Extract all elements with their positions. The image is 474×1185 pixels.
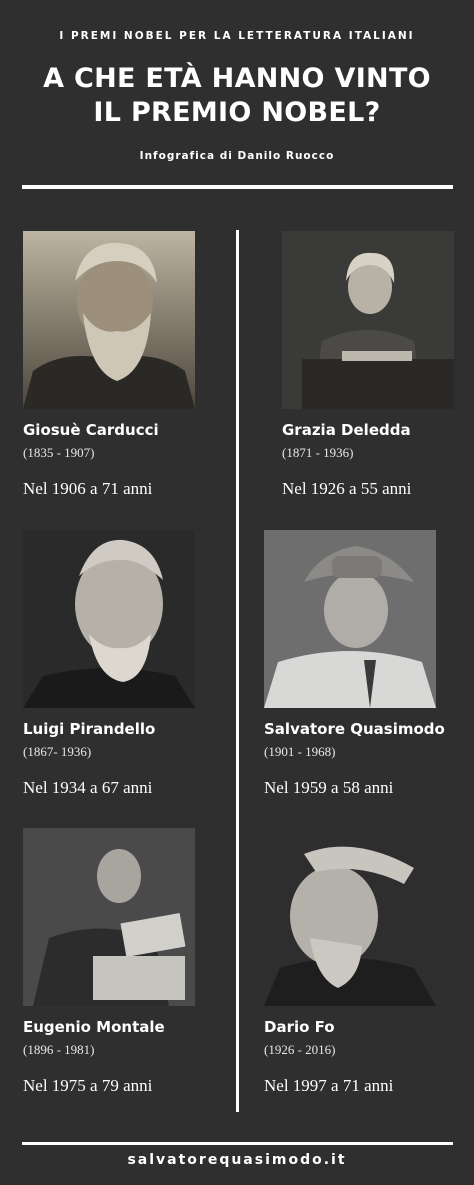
portrait-deledda: [282, 231, 454, 409]
laureate-name: Salvatore Quasimodo: [264, 720, 445, 738]
laureate-card-fo: Dario Fo (1926 - 2016) Nel 1997 a 71 ann…: [264, 828, 464, 1096]
laureate-prize: Nel 1997 a 71 anni: [264, 1076, 394, 1095]
laureate-prize: Nel 1906 a 71 anni: [23, 479, 153, 498]
title-line-2: IL PREMIO NOBEL?: [93, 97, 381, 128]
title-line-1: A CHE ETÀ HANNO VINTO: [43, 63, 431, 94]
laureate-dates: (1871 - 1936): [282, 445, 354, 460]
laureate-name: Eugenio Montale: [23, 1018, 165, 1036]
top-divider: [22, 185, 453, 189]
laureate-name: Giosuè Carducci: [23, 421, 159, 439]
footer-site: salvatorequasimodo.it: [127, 1152, 347, 1168]
byline: Infografica di Danilo Ruocco: [139, 150, 335, 162]
kicker-text: I PREMI NOBEL PER LA LETTERATURA ITALIAN…: [59, 30, 415, 42]
laureate-card-montale: Eugenio Montale (1896 - 1981) Nel 1975 a…: [23, 828, 223, 1096]
laureate-name: Luigi Pirandello: [23, 720, 156, 738]
page-title: A CHE ETÀ HANNO VINTO IL PREMIO NOBEL?: [0, 62, 474, 130]
portrait-montale: [23, 828, 195, 1006]
portrait-fo: [264, 828, 436, 1006]
laureate-name: Grazia Deledda: [282, 421, 411, 439]
portrait-quasimodo: [264, 530, 436, 708]
laureate-dates: (1926 - 2016): [264, 1042, 336, 1057]
laureate-prize: Nel 1959 a 58 anni: [264, 778, 394, 797]
laureate-dates: (1835 - 1907): [23, 445, 95, 460]
laureate-card-deledda: Grazia Deledda (1871 - 1936) Nel 1926 a …: [282, 231, 474, 499]
laureate-card-carducci: Giosuè Carducci (1835 - 1907) Nel 1906 a…: [23, 231, 223, 499]
laureate-dates: (1901 - 1968): [264, 744, 336, 759]
laureate-prize: Nel 1926 a 55 anni: [282, 479, 412, 498]
center-divider: [236, 230, 239, 1112]
laureate-dates: (1867- 1936): [23, 744, 92, 759]
laureate-dates: (1896 - 1981): [23, 1042, 95, 1057]
laureate-prize: Nel 1934 a 67 anni: [23, 778, 153, 797]
bottom-divider: [22, 1142, 453, 1145]
laureate-card-quasimodo: Salvatore Quasimodo (1901 - 1968) Nel 19…: [264, 530, 464, 798]
portrait-pirandello: [23, 530, 195, 708]
laureate-card-pirandello: Luigi Pirandello (1867- 1936) Nel 1934 a…: [23, 530, 223, 798]
portrait-carducci: [23, 231, 195, 409]
laureate-prize: Nel 1975 a 79 anni: [23, 1076, 153, 1095]
laureate-name: Dario Fo: [264, 1018, 335, 1036]
